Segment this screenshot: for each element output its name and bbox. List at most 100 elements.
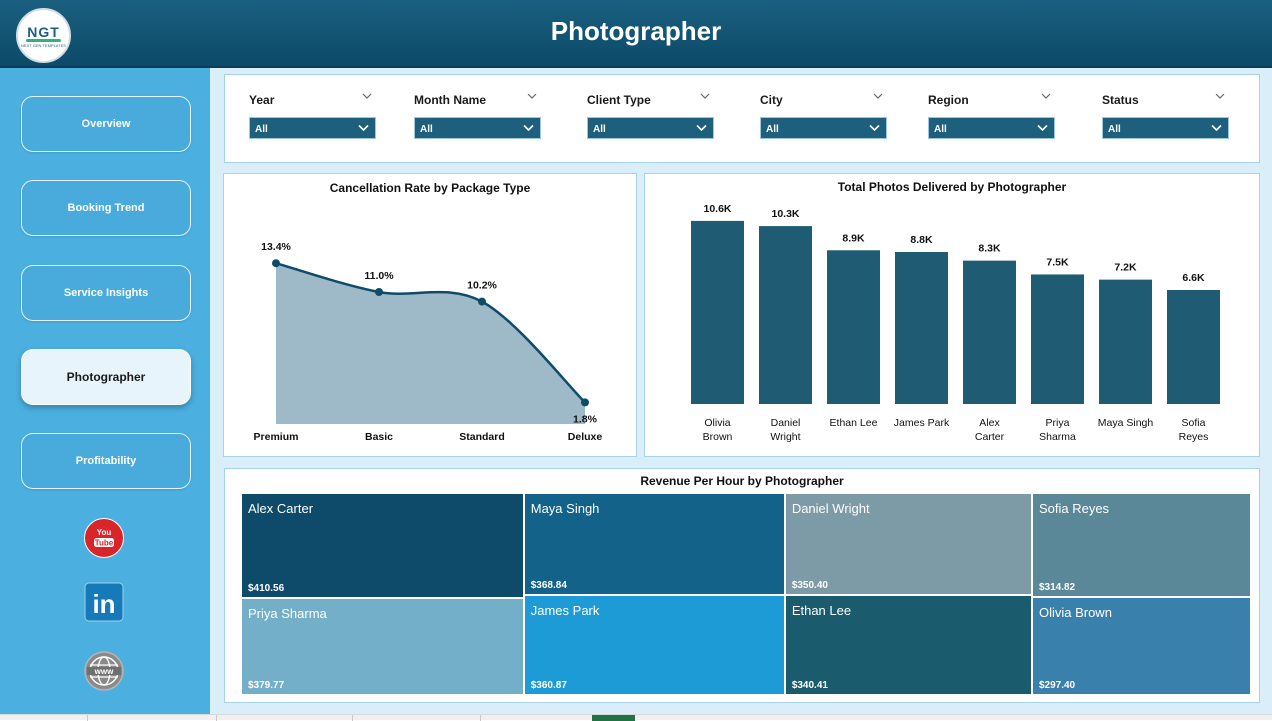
filter-city-label: City bbox=[760, 93, 783, 107]
chevron-down-icon[interactable] bbox=[1215, 91, 1225, 101]
filter-city-select[interactable]: All bbox=[760, 117, 887, 139]
filter-client-type-label: Client Type bbox=[587, 93, 651, 107]
treemap-cell[interactable]: Daniel Wright $350.40 bbox=[784, 493, 1032, 596]
active-sheet-tab[interactable] bbox=[592, 715, 635, 721]
website-globe-icon[interactable]: www bbox=[84, 651, 124, 691]
filter-status-select[interactable]: All bbox=[1102, 117, 1229, 139]
chevron-down-icon[interactable] bbox=[1041, 91, 1051, 101]
area-point-marker bbox=[375, 288, 383, 296]
bar bbox=[1031, 274, 1084, 404]
treemap-cell-value: $410.56 bbox=[248, 582, 285, 594]
treemap-cell-value: $350.40 bbox=[791, 580, 828, 592]
cancellation-rate-chart-panel: Cancellation Rate by Package Type 13.4% P… bbox=[223, 173, 637, 457]
photos-delivered-chart-panel: Total Photos Delivered by Photographer 1… bbox=[644, 173, 1260, 457]
treemap-cell-value: $314.82 bbox=[1038, 581, 1076, 593]
x-tick-label: Deluxe bbox=[568, 431, 603, 443]
x-tick-label: Olivia bbox=[704, 417, 730, 429]
bar bbox=[1099, 279, 1152, 404]
area-point-marker bbox=[478, 297, 486, 306]
filter-month-name-select[interactable]: All bbox=[414, 117, 541, 139]
data-label: 8.8K bbox=[910, 234, 933, 246]
revenue-per-hour-treemap-panel: Revenue Per Hour by Photographer Alex Ca… bbox=[224, 468, 1260, 703]
x-tick-label: James Park bbox=[894, 417, 950, 429]
filter-month-name-label: Month Name bbox=[414, 93, 486, 107]
revenue-treemap: Alex Carter $410.56 Priya Sharma $379.77 May… bbox=[241, 493, 1251, 695]
filter-year-select[interactable]: All bbox=[249, 117, 376, 139]
treemap-cell-value: $297.40 bbox=[1038, 679, 1076, 691]
treemap-cell-name: Olivia Brown bbox=[1038, 604, 1112, 620]
filter-region-label: Region bbox=[928, 93, 969, 107]
treemap-cell[interactable]: Ethan Lee $340.41 bbox=[784, 595, 1032, 695]
treemap-cell-value: $379.77 bbox=[248, 679, 285, 691]
x-tick-label: Daniel bbox=[771, 417, 801, 429]
data-label: 10.2% bbox=[467, 280, 497, 292]
data-label: 7.2K bbox=[1114, 262, 1137, 274]
area-point-marker bbox=[581, 398, 589, 407]
chevron-down-icon bbox=[1037, 124, 1048, 132]
tab-separator bbox=[352, 715, 353, 721]
filter-region-select[interactable]: All bbox=[928, 117, 1055, 139]
treemap-cell-value: $340.41 bbox=[791, 679, 828, 691]
treemap-cell[interactable]: Sofia Reyes $314.82 bbox=[1031, 493, 1251, 597]
treemap-cell[interactable]: Priya Sharma $379.77 bbox=[241, 597, 524, 695]
chevron-down-icon[interactable] bbox=[873, 91, 883, 101]
chevron-down-icon bbox=[1211, 124, 1222, 132]
treemap-cell-name: Alex Carter bbox=[248, 501, 314, 516]
nav-profitability-button[interactable]: Profitability bbox=[21, 433, 191, 489]
treemap-cell-value: $368.84 bbox=[530, 580, 567, 592]
bar bbox=[827, 250, 880, 404]
filter-year-value: All bbox=[255, 124, 268, 135]
linkedin-letters: in bbox=[92, 589, 115, 619]
area-fill bbox=[276, 263, 585, 424]
x-tick-label: Premium bbox=[254, 431, 299, 443]
tab-separator bbox=[87, 715, 88, 721]
treemap-cell-name: Priya Sharma bbox=[248, 605, 327, 621]
page-title: Photographer bbox=[550, 16, 722, 46]
area-point-marker bbox=[272, 259, 280, 268]
filter-region-value: All bbox=[934, 124, 947, 135]
nav-booking-trend-button[interactable]: Booking Trend bbox=[21, 180, 191, 236]
tab-separator bbox=[216, 715, 217, 721]
chevron-down-icon[interactable] bbox=[527, 91, 537, 101]
x-tick-label: Standard bbox=[459, 431, 505, 443]
x-tick-label: Reyes bbox=[1179, 431, 1209, 443]
linkedin-icon[interactable]: in bbox=[84, 582, 124, 622]
chevron-down-icon bbox=[869, 124, 880, 132]
filter-status-label: Status bbox=[1102, 93, 1139, 107]
x-tick-label: Wright bbox=[770, 431, 800, 443]
sheet-tab-bar bbox=[0, 714, 1272, 721]
filter-status-value: All bbox=[1108, 124, 1121, 135]
treemap-cell[interactable]: Olivia Brown $297.40 bbox=[1031, 596, 1251, 695]
filter-client-type-select[interactable]: All bbox=[587, 117, 714, 139]
treemap-cell[interactable]: James Park $360.87 bbox=[523, 595, 785, 695]
treemap-cell-name: Ethan Lee bbox=[791, 603, 852, 619]
website-www-text: www bbox=[94, 667, 114, 676]
youtube-you-text: You bbox=[97, 528, 112, 537]
bar bbox=[1167, 290, 1220, 404]
data-label: 6.6K bbox=[1182, 272, 1205, 284]
x-tick-label: Sofia bbox=[1182, 417, 1206, 429]
chevron-down-icon bbox=[696, 124, 707, 132]
x-tick-label: Sharma bbox=[1039, 431, 1076, 443]
chevron-down-icon[interactable] bbox=[700, 91, 710, 101]
treemap-cell-name: James Park bbox=[530, 603, 600, 619]
treemap-cell[interactable]: Alex Carter $410.56 bbox=[241, 493, 524, 598]
treemap-cell-name: Sofia Reyes bbox=[1038, 501, 1110, 516]
photos-delivered-bar-chart: 10.6K Olivia Brown 10.3K Daniel Wright 8.9K Eth… bbox=[691, 203, 1220, 443]
data-label: 13.4% bbox=[261, 241, 291, 253]
nav-service-insights-button[interactable]: Service Insights bbox=[21, 265, 191, 321]
data-label: 11.0% bbox=[364, 270, 394, 282]
main-content: Year All Month Name All Client Type All … bbox=[210, 68, 1272, 714]
x-tick-label: Basic bbox=[365, 431, 393, 443]
treemap-cell[interactable]: Maya Singh $368.84 bbox=[523, 493, 785, 596]
nav-photographer-button[interactable]: Photographer bbox=[21, 349, 191, 405]
bar bbox=[691, 220, 744, 404]
chevron-down-icon bbox=[523, 124, 534, 132]
filter-city-value: All bbox=[766, 124, 779, 135]
sidebar: Overview Booking Trend Service Insights … bbox=[0, 68, 210, 714]
bar bbox=[759, 226, 812, 404]
x-tick-label: Ethan Lee bbox=[830, 417, 878, 429]
nav-overview-button[interactable]: Overview bbox=[21, 96, 191, 152]
youtube-icon[interactable]: You Tube bbox=[84, 518, 124, 558]
chevron-down-icon[interactable] bbox=[362, 91, 372, 101]
